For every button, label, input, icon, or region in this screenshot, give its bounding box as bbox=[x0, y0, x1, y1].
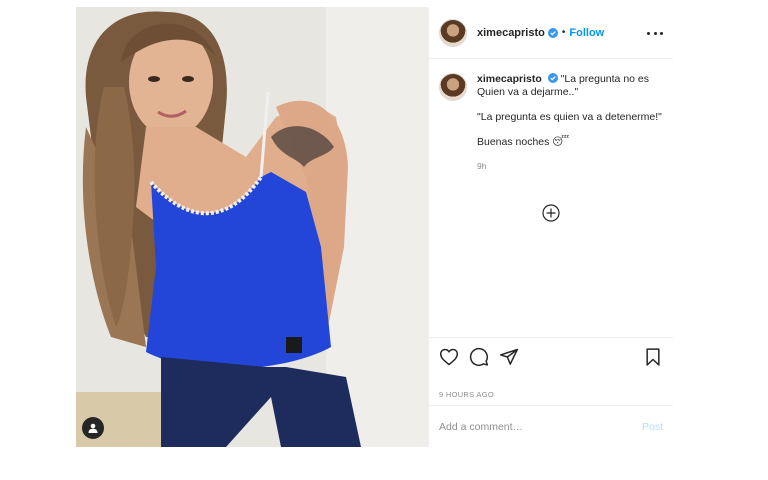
follow-button[interactable]: Follow bbox=[569, 27, 604, 39]
comment-box: Post bbox=[429, 405, 673, 447]
post-timestamp[interactable]: 9 HOURS AGO bbox=[439, 390, 494, 399]
comment-bubble-icon[interactable] bbox=[469, 347, 489, 367]
post-photo[interactable] bbox=[76, 7, 428, 447]
caption-line-2: "La pregunta es quien va a detenerme!" bbox=[477, 111, 662, 123]
post-header: ximecapristo • Follow bbox=[429, 7, 673, 59]
caption-username[interactable]: ximecapristo bbox=[477, 73, 542, 85]
user-tag-icon[interactable] bbox=[82, 417, 104, 439]
comment-input[interactable] bbox=[439, 420, 642, 433]
author-username[interactable]: ximecapristo bbox=[477, 27, 545, 39]
caption-time[interactable]: 9h bbox=[477, 160, 663, 173]
verified-badge-icon bbox=[547, 73, 558, 83]
more-options-icon[interactable] bbox=[647, 27, 663, 39]
paper-plane-icon[interactable] bbox=[499, 347, 519, 367]
post-comment-button[interactable]: Post bbox=[642, 421, 663, 433]
instagram-post: ximecapristo • Follow ximecapristo "La p… bbox=[76, 7, 673, 447]
caption: ximecapristo "La pregunta no es Quien va… bbox=[439, 73, 663, 173]
caption-line-3: Buenas noches 😴 bbox=[477, 136, 570, 148]
caption-avatar[interactable] bbox=[439, 73, 467, 101]
action-bar bbox=[429, 337, 673, 377]
caption-body: ximecapristo "La pregunta no es Quien va… bbox=[477, 73, 663, 173]
post-side-panel: ximecapristo • Follow ximecapristo "La p… bbox=[428, 7, 673, 447]
photo-illustration bbox=[76, 7, 428, 447]
person-glyph bbox=[88, 423, 98, 433]
author-avatar[interactable] bbox=[439, 18, 467, 47]
separator-dot: • bbox=[561, 27, 566, 38]
heart-icon[interactable] bbox=[439, 347, 459, 367]
plus-circle-icon[interactable] bbox=[542, 204, 560, 222]
verified-badge-icon bbox=[547, 27, 558, 38]
bookmark-icon[interactable] bbox=[643, 347, 663, 367]
